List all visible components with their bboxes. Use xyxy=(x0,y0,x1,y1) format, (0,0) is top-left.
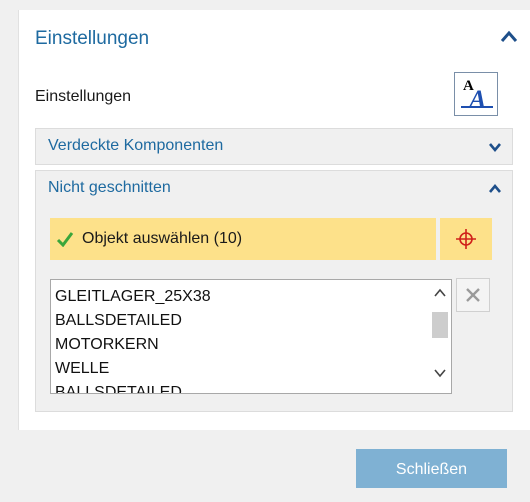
section-hidden-components[interactable]: Verdeckte Komponenten xyxy=(35,128,513,165)
component-listbox[interactable]: GLEITLAGER_25X38 BALLSDETAILED MOTORKERN… xyxy=(50,279,452,394)
vertical-scrollbar[interactable] xyxy=(429,280,451,393)
list-item[interactable]: BALLSDETAILED xyxy=(55,309,427,333)
list-item[interactable]: WELLE xyxy=(55,357,427,381)
crosshair-select-button[interactable] xyxy=(440,218,492,260)
list-items: GLEITLAGER_25X38 BALLSDETAILED MOTORKERN… xyxy=(55,285,427,393)
close-x-icon xyxy=(466,288,480,302)
collapse-chevron-up-icon[interactable] xyxy=(500,30,518,44)
scroll-down-arrow-icon[interactable] xyxy=(433,368,447,378)
settings-panel: Einstellungen Einstellungen A A Verdeckt… xyxy=(18,10,530,430)
scrollbar-thumb[interactable] xyxy=(432,312,448,338)
underline-mark xyxy=(461,106,493,108)
chevron-down-icon[interactable] xyxy=(488,141,502,153)
settings-label: Einstellungen xyxy=(35,88,132,105)
checkmark-icon xyxy=(56,232,74,247)
remove-item-button[interactable] xyxy=(456,278,490,312)
list-item[interactable]: MOTORKERN xyxy=(55,333,427,357)
close-button[interactable]: Schließen xyxy=(356,449,507,488)
text-style-button[interactable]: A A xyxy=(454,72,498,116)
scroll-up-arrow-icon[interactable] xyxy=(433,288,447,298)
section-not-sectioned: Nicht geschnitten Objekt auswählen (10) … xyxy=(35,170,513,412)
list-item[interactable]: GLEITLAGER_25X38 xyxy=(55,285,427,309)
text-style-char-big: A xyxy=(469,85,487,114)
chevron-up-icon[interactable] xyxy=(488,183,502,195)
crosshair-icon xyxy=(456,229,476,249)
select-object-label: Objekt auswählen (10) xyxy=(82,230,243,247)
section-title: Verdeckte Komponenten xyxy=(48,137,224,154)
panel-title: Einstellungen xyxy=(35,28,150,49)
section-title: Nicht geschnitten xyxy=(48,179,171,196)
select-object-bar[interactable]: Objekt auswählen (10) xyxy=(50,218,436,260)
list-item[interactable]: BALLSDETAILED xyxy=(55,381,427,393)
